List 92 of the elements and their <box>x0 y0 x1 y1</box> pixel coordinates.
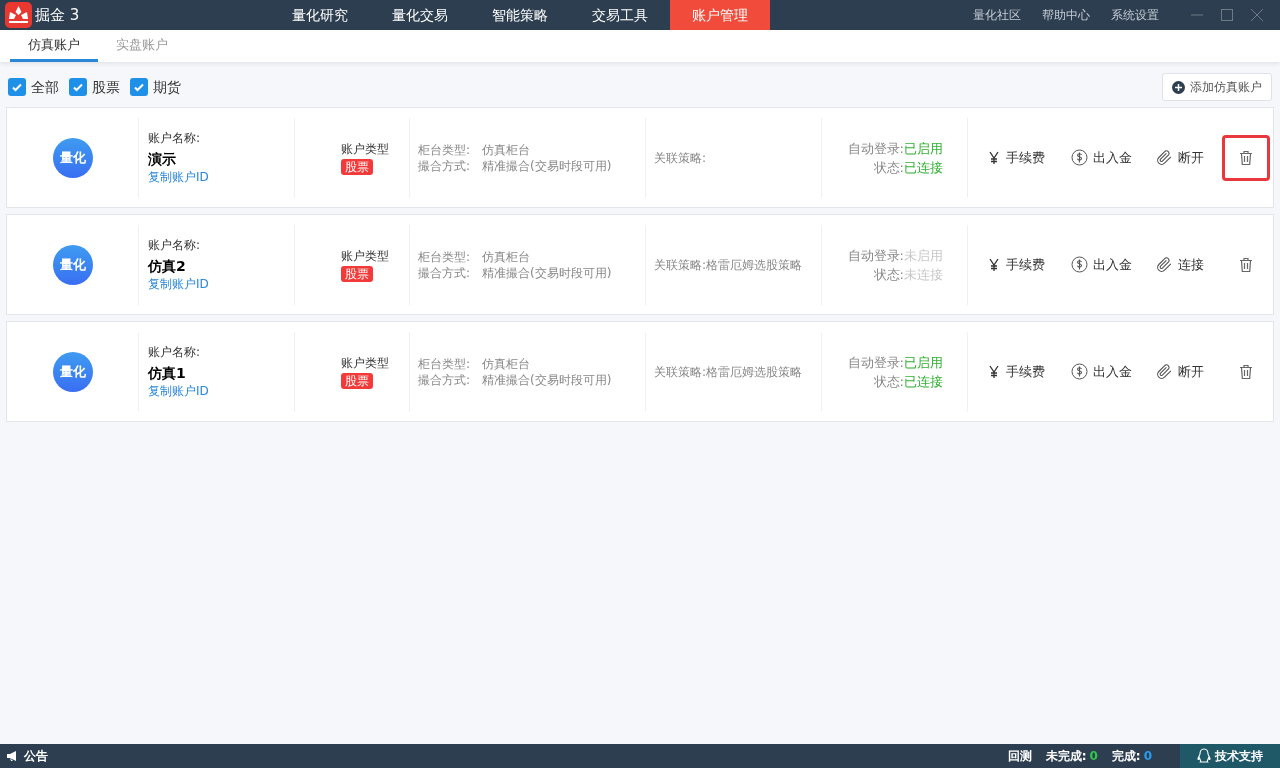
type-tag: 股票 <box>341 159 373 175</box>
dollar-icon <box>1071 363 1088 380</box>
support-button[interactable]: 技术支持 <box>1180 744 1280 768</box>
dollar-icon <box>1071 149 1088 166</box>
strategy-text: 关联策略: <box>654 149 707 167</box>
checkbox[interactable] <box>8 78 26 96</box>
fee-button[interactable]: 手续费 <box>988 361 1045 382</box>
name-label: 账户名称: <box>148 130 202 147</box>
type-label: 账户类型 <box>341 248 389 265</box>
auto-login-value: 已启用 <box>904 353 943 372</box>
account-tab[interactable]: 仿真账户 <box>10 30 98 62</box>
backtest-label: 回测 <box>1007 748 1032 765</box>
notice-link[interactable]: 公告 <box>24 747 48 765</box>
nav-tab[interactable]: 交易工具 <box>570 0 670 30</box>
megaphone-icon <box>6 750 19 762</box>
paperclip-icon <box>1156 256 1173 273</box>
pending-count: 0 <box>1089 748 1098 765</box>
nav-tab[interactable]: 账户管理 <box>670 0 770 30</box>
type-tag: 股票 <box>341 373 373 389</box>
yen-icon <box>988 364 1000 379</box>
funds-button[interactable]: 出入金 <box>1071 254 1132 275</box>
match-mode: 撮合方式: 精准撮合(交易时段可用) <box>418 157 613 174</box>
funds-button[interactable]: 出入金 <box>1071 361 1132 382</box>
connect-button[interactable]: 连接 <box>1156 254 1204 275</box>
auto-login-label: 自动登录: <box>847 353 904 372</box>
checkbox[interactable] <box>69 78 87 96</box>
penguin-icon <box>1197 748 1211 764</box>
yen-icon <box>988 257 1000 272</box>
account-name: 仿真2 <box>148 257 187 275</box>
strategy-text: 关联策略:格雷厄姆选股策略 <box>654 363 803 381</box>
nav-tab[interactable]: 量化研究 <box>270 0 370 30</box>
checkmark-icon <box>133 81 145 93</box>
status-label: 状态: <box>873 265 904 284</box>
counter-type: 柜台类型: 仿真柜台 <box>418 248 532 265</box>
copy-id-link[interactable]: 复制账户ID <box>148 168 294 186</box>
maximize-icon[interactable] <box>1220 8 1234 22</box>
top-link[interactable]: 帮助中心 <box>1042 6 1090 24</box>
paperclip-icon <box>1156 363 1173 380</box>
filter-label: 全部 <box>31 77 59 97</box>
nav-tab[interactable]: 量化交易 <box>370 0 470 30</box>
avatar: 量化 <box>52 244 93 285</box>
connect-button[interactable]: 断开 <box>1156 147 1204 168</box>
pending-label: 未完成: <box>1045 748 1087 765</box>
funds-button[interactable]: 出入金 <box>1071 147 1132 168</box>
add-account-button[interactable]: 添加仿真账户 <box>1162 73 1272 101</box>
status-label: 状态: <box>873 158 904 177</box>
app-name: 掘金 3 <box>35 4 80 26</box>
filter-label: 期货 <box>153 77 181 97</box>
trash-icon <box>1239 363 1253 380</box>
plus-icon <box>1172 80 1185 94</box>
status-value: 已连接 <box>904 158 943 177</box>
fee-button[interactable]: 手续费 <box>988 254 1045 275</box>
close-icon[interactable] <box>1250 8 1264 22</box>
auto-login-label: 自动登录: <box>847 139 904 158</box>
type-label: 账户类型 <box>341 355 389 372</box>
dollar-icon <box>1071 256 1088 273</box>
name-label: 账户名称: <box>148 237 202 254</box>
account-name: 演示 <box>148 150 177 168</box>
match-mode: 撮合方式: 精准撮合(交易时段可用) <box>418 371 613 388</box>
delete-button[interactable] <box>1222 134 1270 181</box>
match-mode: 撮合方式: 精准撮合(交易时段可用) <box>418 264 613 281</box>
avatar: 量化 <box>52 137 93 178</box>
connect-button[interactable]: 断开 <box>1156 361 1204 382</box>
avatar: 量化 <box>52 351 93 392</box>
checkmark-icon <box>72 81 84 93</box>
auto-login-label: 自动登录: <box>847 246 904 265</box>
top-link[interactable]: 系统设置 <box>1111 6 1159 24</box>
counter-type: 柜台类型: 仿真柜台 <box>418 141 532 158</box>
top-link[interactable]: 量化社区 <box>973 6 1021 24</box>
type-tag: 股票 <box>341 266 373 282</box>
copy-id-link[interactable]: 复制账户ID <box>148 382 294 400</box>
type-label: 账户类型 <box>341 141 389 158</box>
trash-icon <box>1239 149 1253 166</box>
auto-login-value: 已启用 <box>904 139 943 158</box>
status-value: 已连接 <box>904 372 943 391</box>
done-count: 0 <box>1143 748 1152 765</box>
name-label: 账户名称: <box>148 344 202 361</box>
status-label: 状态: <box>873 372 904 391</box>
trash-icon <box>1239 256 1253 273</box>
checkmark-icon <box>11 81 23 93</box>
checkbox[interactable] <box>130 78 148 96</box>
fee-button[interactable]: 手续费 <box>988 147 1045 168</box>
yen-icon <box>988 150 1000 165</box>
done-label: 完成: <box>1111 748 1141 765</box>
nav-tab[interactable]: 智能策略 <box>470 0 570 30</box>
paperclip-icon <box>1156 149 1173 166</box>
counter-type: 柜台类型: 仿真柜台 <box>418 355 532 372</box>
logo-icon <box>5 2 32 28</box>
account-name: 仿真1 <box>148 364 187 382</box>
filter-label: 股票 <box>92 77 120 97</box>
strategy-text: 关联策略:格雷厄姆选股策略 <box>654 256 803 274</box>
copy-id-link[interactable]: 复制账户ID <box>148 275 294 293</box>
